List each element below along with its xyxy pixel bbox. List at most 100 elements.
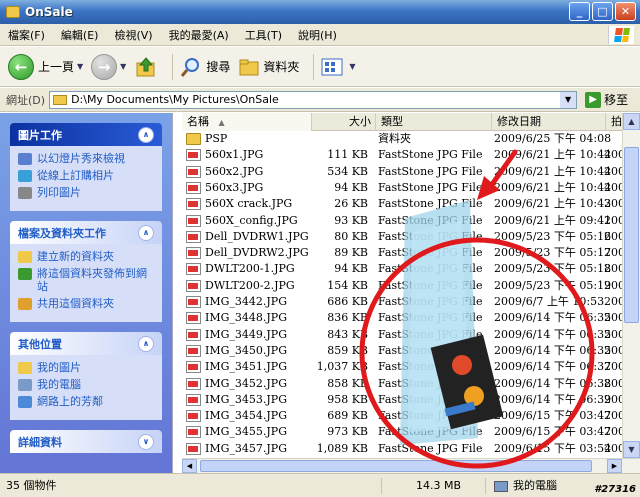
column-date[interactable]: 修改日期 <box>492 113 606 131</box>
new-folder-link[interactable]: 建立新的資料夾 <box>18 250 156 263</box>
menu-edit[interactable]: 編輯(E) <box>61 27 99 43</box>
file-name: 560x2.JPG <box>205 164 264 178</box>
file-row[interactable]: 560X_config.JPG 93 KB FastStone JPG File 20… <box>182 213 622 229</box>
collapse-icon[interactable]: ∧ <box>138 224 154 241</box>
forward-dropdown-icon[interactable]: ▼ <box>120 62 126 71</box>
scroll-left-icon[interactable]: ◀ <box>182 459 197 473</box>
menu-favorites[interactable]: 我的最愛(A) <box>169 27 229 43</box>
my-pictures-link[interactable]: 我的圖片 <box>18 361 156 374</box>
file-row[interactable]: IMG_3449.JPG 843 KB FastStone JPG File 2009… <box>182 327 622 343</box>
collapse-icon[interactable]: ∧ <box>138 126 154 143</box>
file-row[interactable]: Dell_DVDRW1.JPG 80 KB FastStone JPG File 20… <box>182 229 622 245</box>
file-row[interactable]: Dell_DVDRW2.JPG 89 KB FastStone JPG File 20… <box>182 245 622 261</box>
file-date: 2009/5/23 下午 05:17 <box>494 246 612 260</box>
views-dropdown-icon[interactable]: ▼ <box>349 62 355 71</box>
file-name-cell: PSP <box>186 131 312 147</box>
file-extra: 200 <box>604 327 622 341</box>
file-name-cell: 560x3.JPG <box>186 180 312 196</box>
search-button[interactable]: 搜尋 <box>179 55 230 79</box>
expand-icon[interactable]: ∨ <box>138 433 154 450</box>
back-dropdown-icon[interactable]: ▼ <box>77 62 83 71</box>
file-type: FastStone JPG File <box>378 327 483 341</box>
scroll-thumb[interactable] <box>624 147 639 323</box>
address-input[interactable]: D:\My Documents\My Pictures\OnSale ▼ <box>49 90 578 109</box>
file-row[interactable]: 560x2.JPG 534 KB FastStone JPG File 2009/6/… <box>182 164 622 180</box>
column-name[interactable]: 名稱 ▲ <box>182 113 312 131</box>
minimize-button[interactable]: _ <box>569 2 590 21</box>
folders-icon <box>239 59 259 75</box>
column-header: 名稱 ▲ 大小 類型 修改日期 拍 <box>182 113 622 131</box>
column-name-label: 名稱 <box>187 115 209 128</box>
forward-button[interactable]: → ▼ <box>91 53 126 80</box>
file-type: FastStone JPG File <box>378 229 483 243</box>
file-name: IMG_3452.JPG <box>205 376 287 390</box>
horizontal-scroll-thumb[interactable] <box>200 460 592 472</box>
file-row[interactable]: PSP 資料夾 2009/6/25 下午 04:08 <box>182 131 622 147</box>
column-type[interactable]: 類型 <box>376 113 492 131</box>
jpg-file-icon <box>186 214 201 227</box>
file-row[interactable]: IMG_3448.JPG 836 KB FastStone JPG File 2009… <box>182 310 622 326</box>
back-button[interactable]: ← 上一頁 ▼ <box>8 53 83 80</box>
scroll-up-icon[interactable]: ▲ <box>623 113 640 130</box>
scroll-right-icon[interactable]: ▶ <box>607 459 622 473</box>
file-size: 93 KB <box>334 213 368 227</box>
file-row[interactable]: DWLT200-2.JPG 154 KB FastStone JPG File 200… <box>182 278 622 294</box>
file-row[interactable]: IMG_3455.JPG 973 KB FastStone JPG File 2009… <box>182 424 622 440</box>
picture-tasks-header[interactable]: 圖片工作 ∧ <box>10 123 162 146</box>
details-header[interactable]: 詳細資料 ∨ <box>10 430 162 453</box>
slideshow-link[interactable]: 以幻燈片秀來檢視 <box>18 152 156 165</box>
menu-help[interactable]: 說明(H) <box>298 27 337 43</box>
other-places-header[interactable]: 其他位置 ∧ <box>10 332 162 355</box>
file-row[interactable]: IMG_3452.JPG 858 KB FastStone JPG File 2009… <box>182 376 622 392</box>
collapse-icon[interactable]: ∧ <box>138 335 154 352</box>
file-date: 2009/6/7 上午 10:53 <box>494 295 605 308</box>
file-row[interactable]: IMG_3457.JPG 1,089 KB FastStone JPG File 20… <box>182 441 622 457</box>
column-size[interactable]: 大小 <box>312 113 376 131</box>
file-row[interactable]: 560x1.JPG 111 KB FastStone JPG File 2009/6/… <box>182 147 622 163</box>
menu-tools[interactable]: 工具(T) <box>245 27 282 43</box>
my-computer-link[interactable]: 我的電腦 <box>18 378 156 391</box>
file-row[interactable]: IMG_3454.JPG 689 KB FastStone JPG File 2009… <box>182 408 622 424</box>
share-folder-label: 共用這個資料夾 <box>37 297 114 310</box>
share-folder-link[interactable]: 共用這個資料夾 <box>18 297 156 310</box>
pane-divider[interactable] <box>172 113 182 473</box>
horizontal-scrollbar[interactable]: ◀ ▶ <box>182 458 640 473</box>
file-row[interactable]: IMG_3442.JPG 686 KB FastStone JPG File 2009… <box>182 294 622 310</box>
address-dropdown-icon[interactable]: ▼ <box>560 91 577 108</box>
file-extra: 200 <box>604 148 622 162</box>
jpg-file-icon <box>186 393 201 406</box>
up-folder-icon <box>136 56 155 76</box>
menu-view[interactable]: 檢視(V) <box>114 27 152 43</box>
file-list: 名稱 ▲ 大小 類型 修改日期 拍 PSP 資料夾 2009/6/25 下午 04:… <box>182 113 622 458</box>
vertical-scrollbar[interactable]: ▲ ▼ <box>622 113 640 458</box>
file-row[interactable]: DWLT200-1.JPG 94 KB FastStone JPG File 2009… <box>182 261 622 277</box>
views-button[interactable]: ▼ <box>320 56 356 78</box>
up-folder-button[interactable] <box>134 55 158 79</box>
file-extra: 200 <box>604 425 622 439</box>
network-places-link[interactable]: 網路上的芳鄰 <box>18 395 156 408</box>
file-extra: 200 <box>604 246 622 260</box>
jpg-file-icon <box>186 328 201 341</box>
menu-file[interactable]: 檔案(F) <box>8 27 45 43</box>
file-name-cell: DWLT200-2.JPG <box>186 278 312 294</box>
file-row[interactable]: IMG_3453.JPG 958 KB FastStone JPG File 2009… <box>182 392 622 408</box>
close-button[interactable]: ✕ <box>615 2 636 21</box>
file-row[interactable]: 560X crack.JPG 26 KB FastStone JPG File 200… <box>182 196 622 212</box>
file-type: FastStone JPG File <box>378 164 483 178</box>
go-button[interactable]: ▶ 移至 <box>585 91 628 108</box>
file-size: 111 KB <box>327 148 368 162</box>
scroll-down-icon[interactable]: ▼ <box>623 441 640 458</box>
folders-button[interactable]: 資料夾 <box>238 56 299 78</box>
file-row[interactable]: IMG_3451.JPG 1,037 KB FastStone JPG File 20… <box>182 359 622 375</box>
file-date: 2009/6/25 下午 04:08 <box>494 132 612 145</box>
column-extra[interactable]: 拍 <box>606 113 622 131</box>
maximize-button[interactable]: □ <box>592 2 613 21</box>
file-row[interactable]: IMG_3450.JPG 859 KB FastStone JPG File 2009… <box>182 343 622 359</box>
file-tasks-header[interactable]: 檔案及資料夾工作 ∧ <box>10 221 162 244</box>
file-date: 2009/5/23 下午 05:19 <box>494 278 612 292</box>
file-row[interactable]: 560x3.JPG 94 KB FastStone JPG File 2009/6/2… <box>182 180 622 196</box>
file-size: 534 KB <box>327 164 368 178</box>
order-prints-link[interactable]: 從線上訂購相片 <box>18 169 156 182</box>
publish-web-link[interactable]: 將這個資料夾發佈到網站 <box>18 267 156 293</box>
print-pictures-link[interactable]: 列印圖片 <box>18 186 156 199</box>
